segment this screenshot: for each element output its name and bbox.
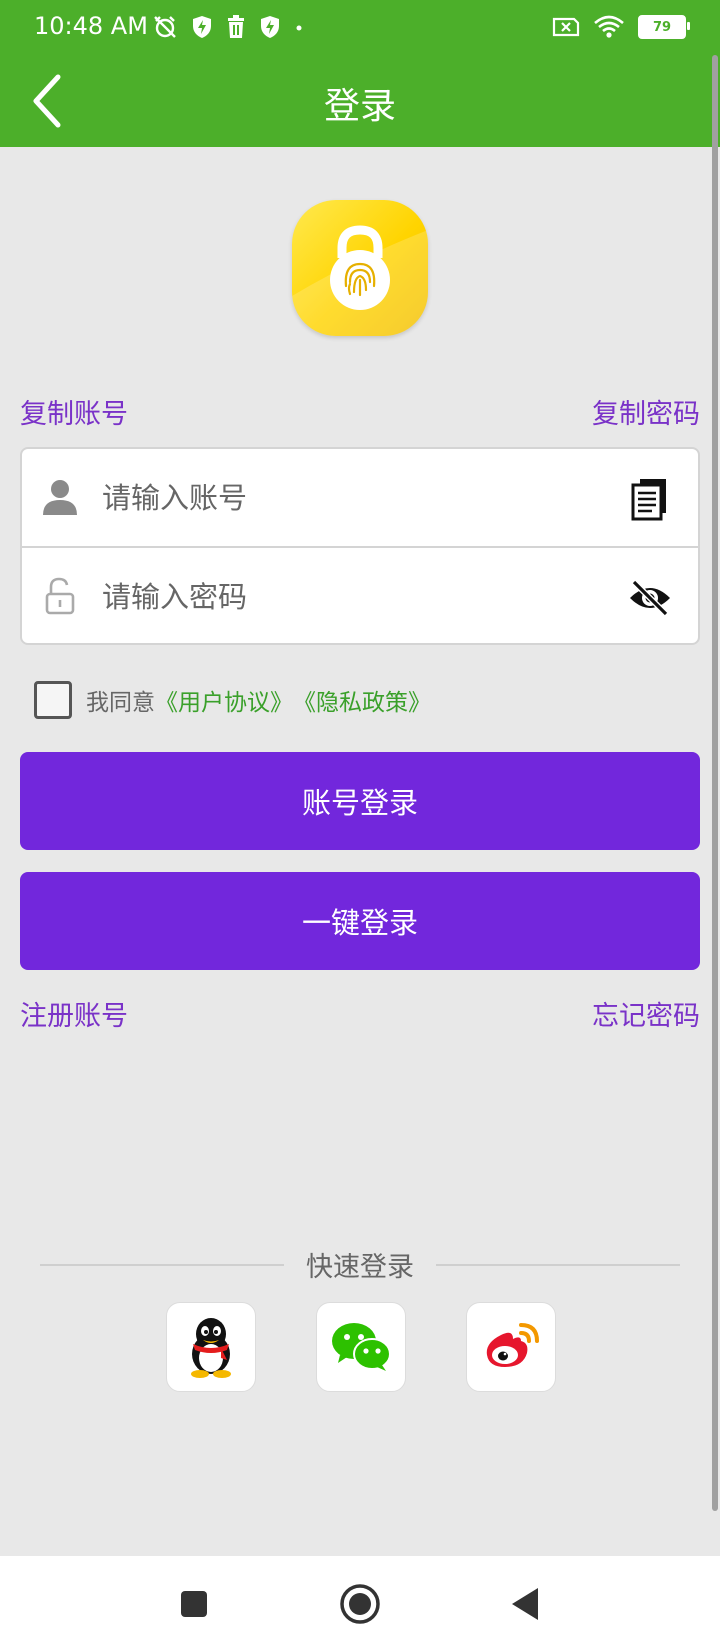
eye-off-icon[interactable] [628,576,672,620]
one-key-login-button[interactable]: 一键登录 [20,872,700,970]
shield-bolt-icon [193,16,211,38]
scrollbar[interactable] [712,55,718,1511]
divider-line [436,1264,680,1266]
app-logo [292,200,428,336]
copy-account-link[interactable]: 复制账号 [20,392,128,431]
recent-apps-icon[interactable] [172,1582,216,1626]
app-bar: 登录 [0,55,720,147]
account-row [22,449,698,548]
sim-x-icon [552,17,580,37]
wechat-login-button[interactable] [316,1302,406,1392]
alarm-off-icon [154,16,176,38]
login-form [20,447,700,645]
clipboard-icon[interactable] [628,477,672,521]
system-nav-bar [0,1556,720,1650]
user-agreement-link[interactable]: 《用户协议》 [155,683,293,717]
battery-icon: 79 [638,15,690,39]
user-icon [43,480,77,515]
qq-login-button[interactable] [166,1302,256,1392]
register-link[interactable]: 注册账号 [20,994,128,1033]
account-login-button[interactable]: 账号登录 [20,752,700,850]
battery-level: 79 [652,19,672,35]
shield-bolt-icon [261,16,279,38]
agreement-prefix: 我同意 [86,690,155,716]
status-time: 10:48 AM [34,12,148,40]
wifi-icon [594,15,624,38]
status-bar: 10:48 AM 79 [0,0,720,55]
agreement-row: 我同意 《用户协议》 《隐私政策》 [34,680,431,720]
status-icons-right: 79 [552,14,690,40]
account-input[interactable] [100,467,604,529]
privacy-policy-link[interactable]: 《隐私政策》 [293,683,431,717]
status-icons-left [152,14,304,40]
wechat-icon [332,1323,391,1371]
lock-icon [45,577,75,615]
back-icon[interactable] [504,1582,548,1626]
password-row [22,548,698,645]
home-icon[interactable] [338,1582,382,1626]
dot-icon [296,25,302,31]
copy-password-link[interactable]: 复制密码 [592,392,700,431]
weibo-icon [486,1323,539,1367]
fingerprint-lock-icon [292,225,428,336]
page-title: 登录 [323,86,396,127]
trash-icon [228,15,244,38]
agreement-checkbox[interactable] [34,681,72,719]
qq-icon [191,1318,231,1378]
weibo-login-button[interactable] [466,1302,556,1392]
password-input[interactable] [100,566,604,628]
forgot-password-link[interactable]: 忘记密码 [592,994,700,1033]
quick-login-divider: 快速登录 [40,1245,680,1285]
